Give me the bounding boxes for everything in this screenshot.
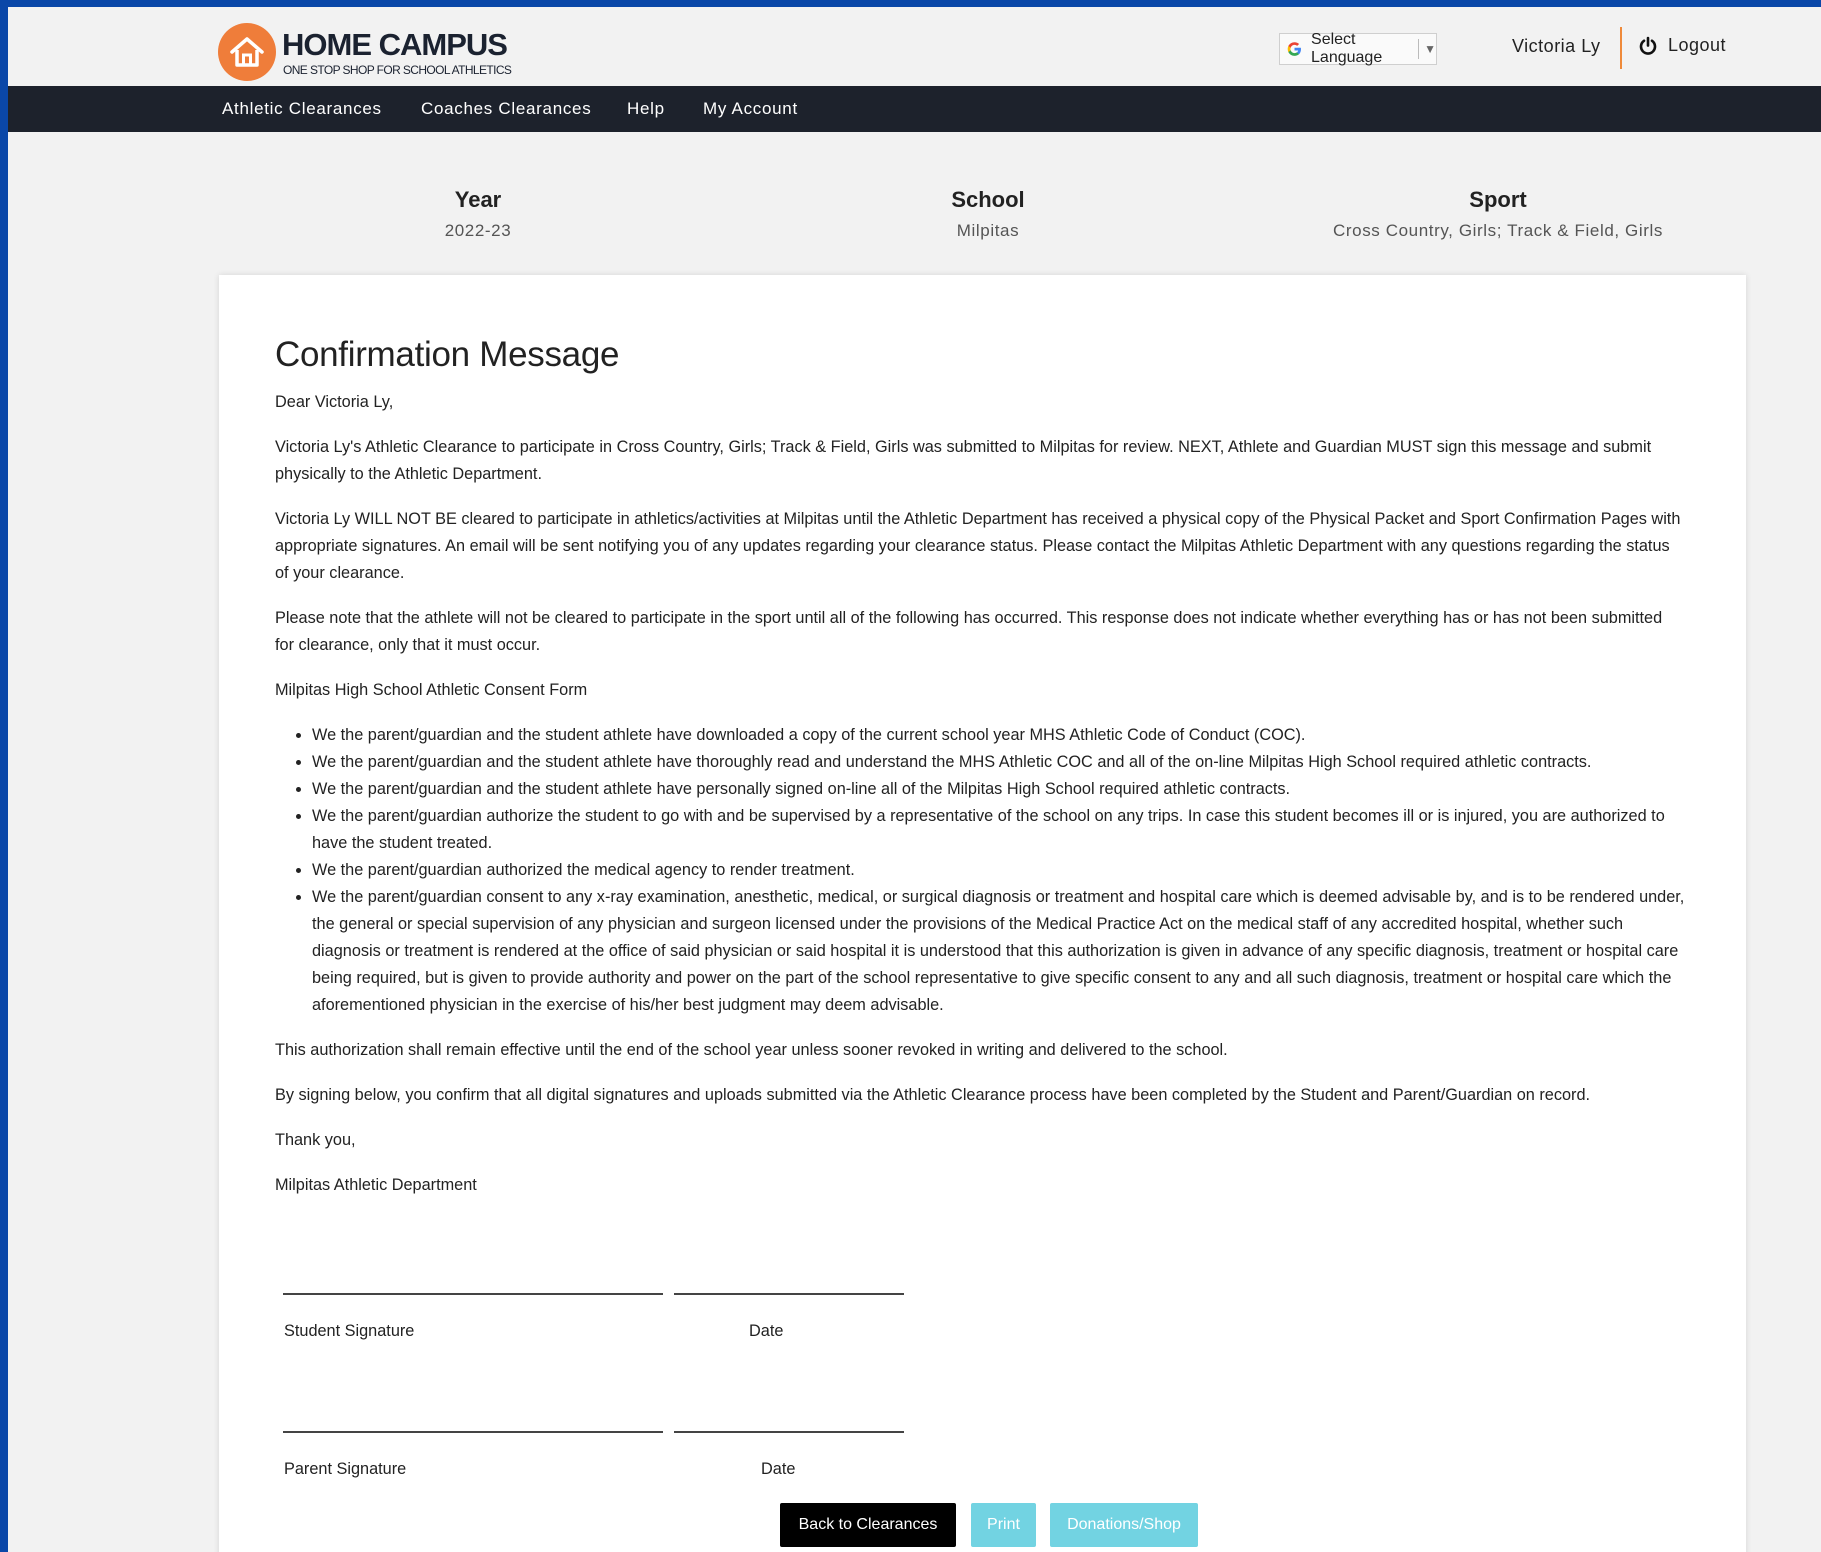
sport-value: Cross Country, Girls; Track & Field, Gir… <box>1333 221 1663 240</box>
parent-signature-label: Parent Signature <box>284 1460 407 1478</box>
donations-shop-button[interactable]: Donations/Shop <box>1050 1503 1198 1547</box>
page-title: Confirmation Message <box>275 335 620 374</box>
summary-school: School Milpitas <box>888 187 1088 241</box>
logout-label: Logout <box>1668 35 1727 55</box>
list-item: We the parent/guardian and the student a… <box>312 776 1685 803</box>
main-nav: Athletic Clearances Coaches Clearances H… <box>8 86 1821 132</box>
closing: Thank you, <box>275 1131 356 1149</box>
summary-sport: Sport Cross Country, Girls; Track & Fiel… <box>1298 187 1698 241</box>
logo-tagline: ONE STOP SHOP FOR SCHOOL ATHLETICS <box>283 63 512 77</box>
logout-button[interactable]: Logout <box>1638 35 1726 56</box>
user-name[interactable]: Victoria Ly <box>1512 36 1601 57</box>
power-icon <box>1639 36 1657 55</box>
year-label: Year <box>454 187 502 212</box>
google-g-icon <box>1287 42 1301 56</box>
consent-list: We the parent/guardian and the student a… <box>275 722 1685 1019</box>
student-date-line <box>674 1293 904 1295</box>
paragraph-not-cleared: Victoria Ly WILL NOT BE cleared to parti… <box>275 510 1681 582</box>
home-campus-logo[interactable]: HOME CAMPUS ONE STOP SHOP FOR SCHOOL ATH… <box>218 17 538 81</box>
nav-coaches-clearances[interactable]: Coaches Clearances <box>421 99 591 119</box>
consent-form-title: Milpitas High School Athletic Consent Fo… <box>275 681 588 699</box>
list-item: We the parent/guardian and the student a… <box>312 722 1685 749</box>
nav-help[interactable]: Help <box>627 99 665 119</box>
parent-date-label: Date <box>761 1460 796 1478</box>
student-signature-label: Student Signature <box>284 1322 415 1340</box>
sport-label: Sport <box>1469 187 1527 212</box>
paragraph-authorization: This authorization shall remain effectiv… <box>275 1041 1228 1059</box>
back-to-clearances-button[interactable]: Back to Clearances <box>780 1503 956 1547</box>
paragraph-note: Please note that the athlete will not be… <box>275 609 1663 654</box>
paragraph-signing: By signing below, you confirm that all d… <box>275 1086 1591 1104</box>
logo-title: HOME CAMPUS <box>282 27 508 62</box>
list-item: We the parent/guardian authorized the me… <box>312 857 1685 884</box>
language-label: Select Language <box>1311 31 1383 66</box>
language-separator <box>1418 39 1420 59</box>
top-header: HOME CAMPUS ONE STOP SHOP FOR SCHOOL ATH… <box>8 7 1821 86</box>
nav-athletic-clearances[interactable]: Athletic Clearances <box>222 99 382 119</box>
sender: Milpitas Athletic Department <box>275 1176 477 1194</box>
nav-my-account[interactable]: My Account <box>703 99 798 119</box>
list-item: We the parent/guardian and the student a… <box>312 749 1685 776</box>
school-value: Milpitas <box>956 221 1020 240</box>
list-item: We the parent/guardian authorize the stu… <box>312 803 1685 857</box>
parent-signature-line <box>283 1431 663 1433</box>
list-item: We the parent/guardian consent to any x-… <box>312 884 1685 1019</box>
summary-year: Year 2022-23 <box>388 187 568 241</box>
year-value: 2022-23 <box>444 221 512 240</box>
student-signature-line <box>283 1293 663 1295</box>
greeting: Dear Victoria Ly, <box>275 393 394 411</box>
parent-date-line <box>674 1431 904 1433</box>
language-selector[interactable]: Select Language ▼ <box>1279 31 1437 66</box>
paragraph-submitted: Victoria Ly's Athletic Clearance to part… <box>275 438 1652 483</box>
student-date-label: Date <box>749 1322 784 1340</box>
chevron-down-icon: ▼ <box>1424 42 1436 56</box>
page: HOME CAMPUS ONE STOP SHOP FOR SCHOOL ATH… <box>8 7 1821 1552</box>
school-label: School <box>951 187 1025 212</box>
print-button[interactable]: Print <box>971 1503 1036 1547</box>
confirmation-message: Confirmation Message Dear Victoria Ly, V… <box>275 335 1685 1217</box>
house-icon <box>218 23 276 81</box>
header-divider <box>1620 27 1622 69</box>
confirmation-card: Confirmation Message Dear Victoria Ly, V… <box>219 275 1746 1552</box>
